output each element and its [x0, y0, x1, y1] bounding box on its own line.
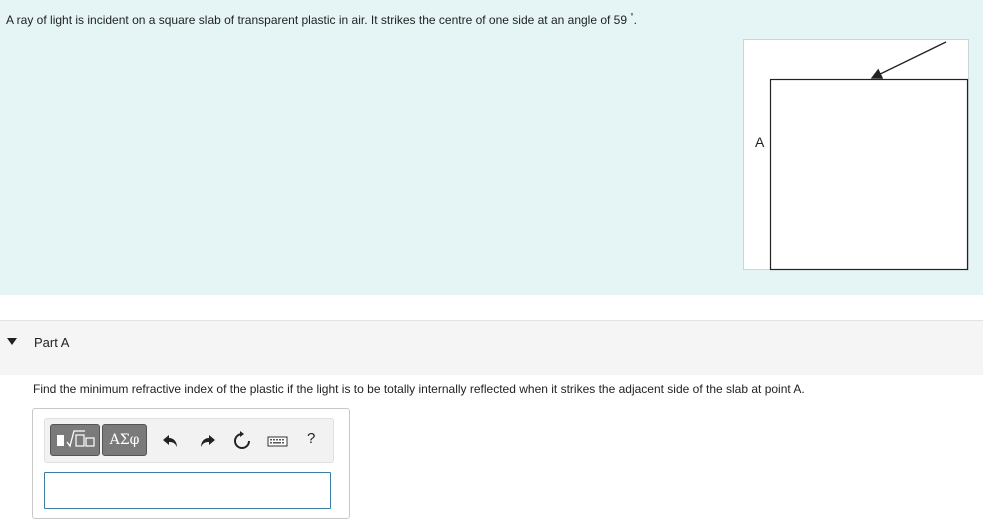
templates-button[interactable] [50, 424, 100, 456]
part-a-header[interactable]: Part A [0, 320, 983, 375]
problem-text: A ray of light is incident on a square s… [6, 12, 637, 27]
part-title: Part A [34, 335, 70, 350]
slab-figure: A [743, 39, 969, 271]
keyboard-button[interactable] [266, 430, 290, 452]
square-slab [769, 78, 969, 271]
reset-icon [234, 431, 250, 449]
page: A ray of light is incident on a square s… [0, 0, 991, 527]
help-button[interactable]: ? [307, 430, 315, 447]
slab-diagram [769, 41, 969, 271]
problem-panel: A ray of light is incident on a square s… [0, 0, 983, 295]
point-a-label: A [755, 134, 765, 150]
incident-ray [870, 41, 947, 79]
problem-statement: A ray of light is incident on a square s… [6, 13, 628, 27]
redo-button[interactable] [196, 430, 218, 452]
math-toolbar: ΑΣφ ? [44, 418, 334, 463]
question-text: Find the minimum refractive index of the… [33, 382, 805, 396]
problem-period: . [633, 13, 637, 27]
undo-button[interactable] [160, 430, 182, 452]
reset-button[interactable] [231, 430, 253, 452]
symbols-button[interactable]: ΑΣφ [102, 424, 147, 456]
keyboard-icon [267, 436, 288, 447]
redo-icon [201, 435, 215, 447]
symbols-label: ΑΣφ [109, 432, 140, 448]
undo-icon [163, 435, 177, 447]
template-radical-icon [57, 430, 95, 448]
collapse-caret-icon[interactable] [7, 338, 17, 345]
answer-box: ΑΣφ ? [32, 408, 350, 519]
answer-input[interactable] [44, 472, 331, 509]
